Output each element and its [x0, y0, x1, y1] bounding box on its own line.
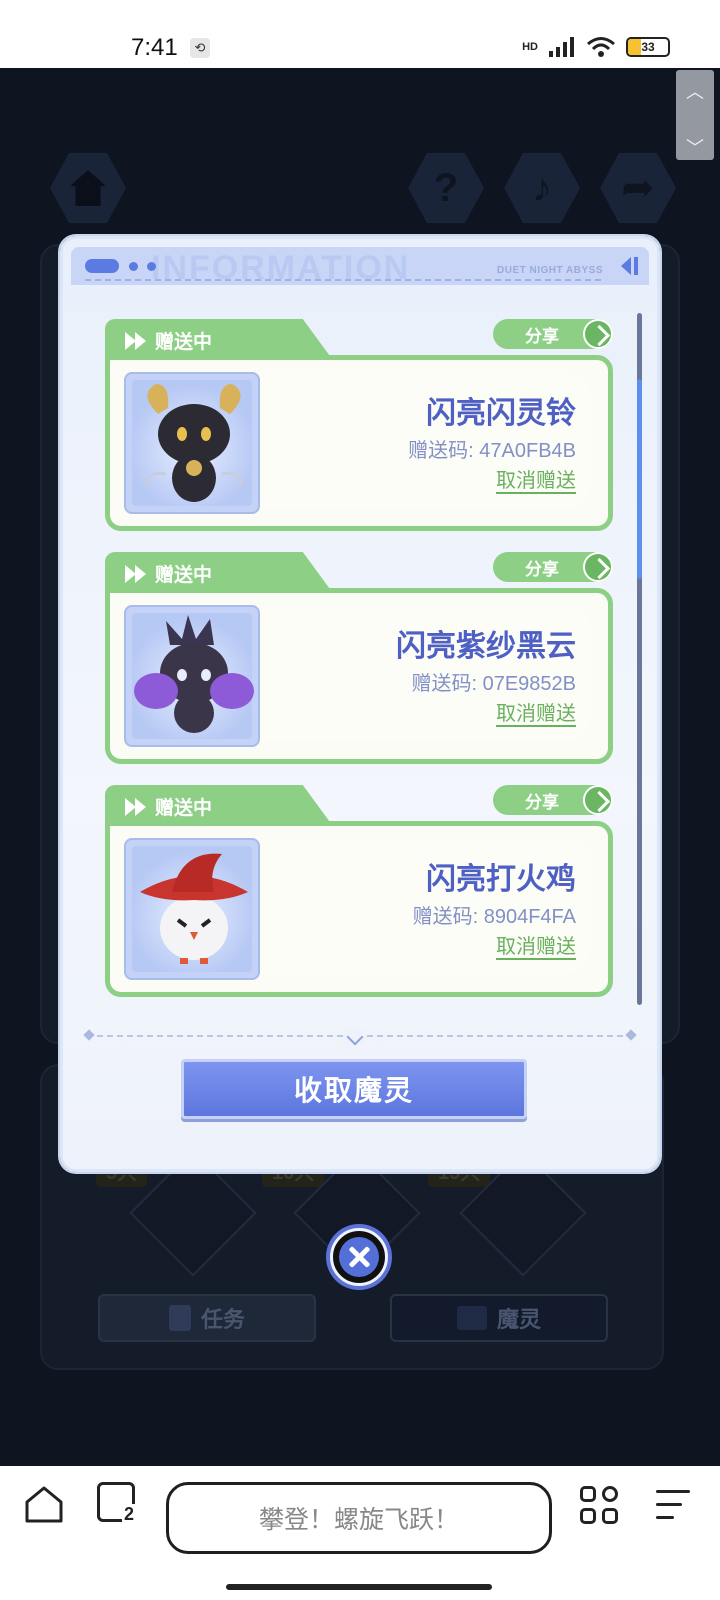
purple-cloud-pet-icon — [134, 615, 254, 733]
header-dot-icon — [129, 262, 138, 271]
tab-pet-label: 魔灵 — [496, 1307, 541, 1332]
gift-code: 赠送码: 07E9852B — [411, 673, 576, 695]
scroll-up-icon[interactable]: ︿ — [676, 78, 714, 104]
apps-grid-icon[interactable] — [580, 1486, 620, 1526]
header-pill-icon — [85, 259, 119, 273]
gift-info-panel: 闪亮紫纱黑云 赠送码: 07E9852B 取消赠送 — [260, 607, 590, 741]
status-indicators: HD 33 — [522, 36, 670, 58]
gift-card-body: 闪亮紫纱黑云 赠送码: 07E9852B 取消赠送 — [105, 588, 613, 764]
home-icon[interactable] — [24, 1484, 64, 1524]
gift-status: 赠送中 — [125, 327, 212, 354]
header-bg-text: INFORMATION — [151, 249, 411, 287]
status-bar: 7:41 ⟲ HD 33 — [0, 0, 720, 68]
pet-tab-icon — [456, 1306, 487, 1330]
cancel-gift-link[interactable]: 取消赠送 — [496, 470, 576, 494]
home-indicator[interactable] — [226, 1584, 492, 1590]
chevron-down-icon — [343, 1029, 367, 1045]
tabs-button[interactable]: 2 — [97, 1482, 136, 1525]
fast-forward-icon — [125, 564, 147, 583]
browser-toolbar: 2 攀登！螺旋飞跃！ — [0, 1466, 720, 1600]
tab-task-label: 任务 — [200, 1307, 245, 1332]
gift-dialog: INFORMATION DUET NIGHT ABYSS 赠送中 分享 闪亮闪灵… — [60, 236, 660, 1172]
wifi-icon — [587, 37, 615, 57]
share-arrow-icon — [583, 552, 613, 582]
tab-count: 2 — [121, 1504, 136, 1525]
status-time: 7:41 — [131, 34, 178, 61]
close-dialog-button[interactable] — [330, 1228, 388, 1286]
scroll-down-icon[interactable]: ﹀ — [676, 134, 714, 160]
gift-code: 赠送码: 8904F4FA — [412, 906, 576, 928]
tab-task[interactable]: 任务 — [98, 1294, 316, 1342]
share-arrow-icon — [583, 785, 613, 815]
gift-status: 赠送中 — [125, 793, 212, 820]
pet-image — [124, 372, 260, 514]
share-hex-icon: ➦ — [600, 153, 676, 223]
pet-name: 闪亮打火鸡 — [426, 863, 576, 896]
address-bar[interactable]: 攀登！螺旋飞跃！ — [166, 1482, 552, 1554]
fire-chicken-pet-icon — [140, 853, 248, 964]
collect-pets-button[interactable]: 收取魔灵 — [181, 1059, 527, 1119]
gift-card: 赠送中 分享 闪亮紫纱黑云 赠送码: 07E9852B 取消赠送 — [105, 552, 613, 764]
gift-status-label: 赠送中 — [155, 565, 213, 586]
battery-level: 33 — [641, 40, 655, 54]
pet-name: 闪亮闪灵铃 — [426, 397, 576, 430]
gift-status-label: 赠送中 — [155, 798, 213, 819]
battery-icon: 33 — [626, 37, 670, 57]
gift-status: 赠送中 — [125, 560, 212, 587]
gift-info-panel: 闪亮闪灵铃 赠送码: 47A0FB4B 取消赠送 — [260, 374, 590, 508]
share-label: 分享 — [525, 792, 559, 812]
black-sheep-pet-icon — [144, 384, 244, 502]
cancel-gift-link[interactable]: 取消赠送 — [496, 936, 576, 960]
cancel-gift-link[interactable]: 取消赠送 — [496, 703, 576, 727]
gift-code: 赠送码: 47A0FB4B — [408, 440, 576, 462]
share-label: 分享 — [525, 559, 559, 579]
signal-icon — [549, 37, 574, 57]
share-button[interactable]: 分享 — [493, 552, 613, 582]
gift-info-panel: 闪亮打火鸡 赠送码: 8904F4FA 取消赠送 — [260, 840, 590, 974]
gift-card: 赠送中 分享 闪亮闪灵铃 赠送码: 47A0FB4B 取消赠送 — [105, 319, 613, 531]
tab-pet[interactable]: 魔灵 — [390, 1294, 608, 1342]
fast-forward-icon — [125, 331, 147, 350]
share-button[interactable]: 分享 — [493, 319, 613, 349]
pet-name: 闪亮紫纱黑云 — [396, 630, 576, 663]
header-dot-icon — [147, 262, 156, 271]
page-scroll-widget[interactable]: ︿ ﹀ — [676, 70, 714, 160]
close-icon — [339, 1237, 379, 1277]
share-label: 分享 — [525, 326, 559, 346]
dialog-divider — [83, 1029, 637, 1045]
address-text: 攀登！螺旋飞跃！ — [258, 1506, 459, 1534]
gift-card-body: 闪亮闪灵铃 赠送码: 47A0FB4B 取消赠送 — [105, 355, 613, 531]
help-hex-icon: ? — [408, 153, 484, 223]
hd-label: HD — [522, 41, 538, 53]
fast-forward-icon — [125, 797, 147, 816]
pet-image — [124, 838, 260, 980]
menu-icon[interactable] — [656, 1488, 692, 1522]
share-arrow-icon — [583, 319, 613, 349]
gift-card: 赠送中 分享 闪亮打火鸡 赠送码: 8904F4FA 取消赠送 — [105, 785, 613, 997]
home-hex-icon — [50, 153, 126, 223]
sync-icon: ⟲ — [190, 38, 210, 58]
pet-image — [124, 605, 260, 747]
dialog-header: INFORMATION DUET NIGHT ABYSS — [71, 247, 649, 287]
list-scrollbar-thumb[interactable] — [637, 379, 642, 579]
header-arrow-icon — [621, 257, 638, 275]
header-divider — [85, 279, 601, 281]
gift-status-label: 赠送中 — [155, 332, 213, 353]
share-button[interactable]: 分享 — [493, 785, 613, 815]
gift-card-body: 闪亮打火鸡 赠送码: 8904F4FA 取消赠送 — [105, 821, 613, 997]
music-hex-icon: ♪ — [504, 153, 580, 223]
task-icon — [168, 1305, 191, 1331]
header-brand: DUET NIGHT ABYSS — [497, 265, 603, 276]
